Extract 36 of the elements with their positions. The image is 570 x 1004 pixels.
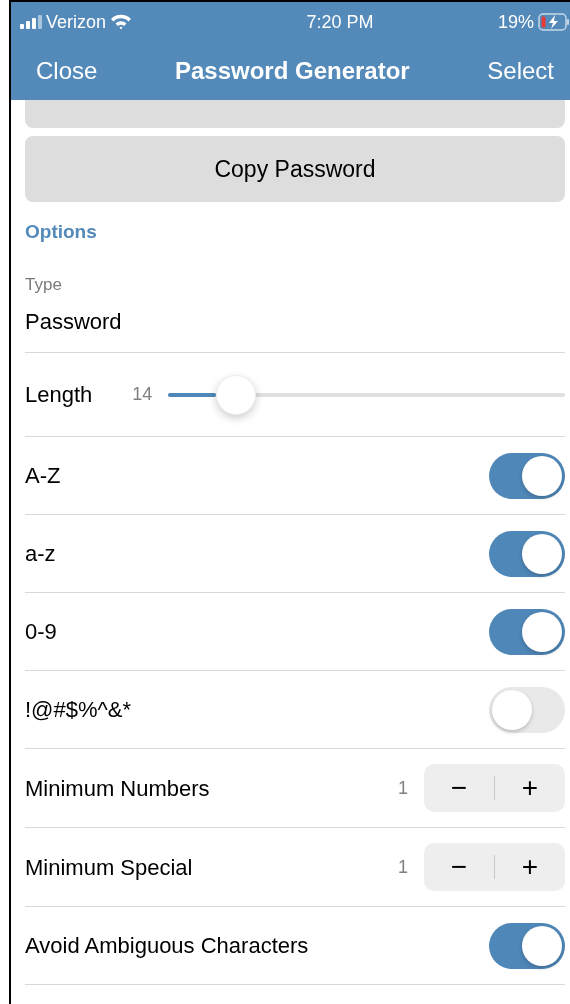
type-value[interactable]: Password: [25, 305, 565, 338]
option-label: A-Z: [25, 462, 61, 490]
option-label: !@#$%^&*: [25, 696, 132, 724]
clock-time: 7:20 PM: [305, 10, 374, 34]
option-label: 0-9: [25, 618, 57, 646]
decrement-button[interactable]: −: [424, 774, 494, 802]
option-label: Avoid Ambiguous Characters: [25, 932, 309, 960]
signal-icon: [20, 15, 42, 29]
battery-percent: 19%: [497, 10, 534, 34]
close-button[interactable]: Close: [36, 53, 98, 89]
screen-title: Password Generator: [174, 56, 410, 86]
option-label: Minimum Numbers: [25, 774, 210, 803]
copy-password-button[interactable]: Copy Password: [25, 136, 565, 202]
battery-icon: [538, 13, 570, 31]
option-label: Length: [25, 381, 93, 409]
select-button[interactable]: Select: [487, 53, 554, 89]
type-label: Type: [25, 273, 63, 296]
option-label: a-z: [25, 540, 56, 568]
toggle-switch[interactable]: [489, 922, 565, 969]
toggle-switch[interactable]: [489, 608, 565, 655]
increment-button[interactable]: +: [495, 774, 565, 802]
section-heading: Options: [25, 220, 98, 244]
toggle-switch[interactable]: [489, 530, 565, 577]
decrement-button[interactable]: −: [424, 853, 494, 881]
wifi-icon: [110, 14, 133, 30]
length-value: 14: [132, 383, 153, 406]
toggle-switch[interactable]: [489, 686, 565, 733]
stepper-value: 1: [398, 855, 408, 879]
slider-thumb[interactable]: [215, 374, 256, 415]
increment-button[interactable]: +: [495, 853, 565, 881]
carrier-name: Verizon: [46, 10, 107, 34]
stepper-value: 1: [398, 776, 408, 800]
stepper-control[interactable]: − +: [424, 764, 565, 812]
toggle-switch[interactable]: [489, 452, 565, 499]
option-label: Minimum Special: [25, 853, 193, 882]
stepper-control[interactable]: − +: [424, 843, 565, 891]
